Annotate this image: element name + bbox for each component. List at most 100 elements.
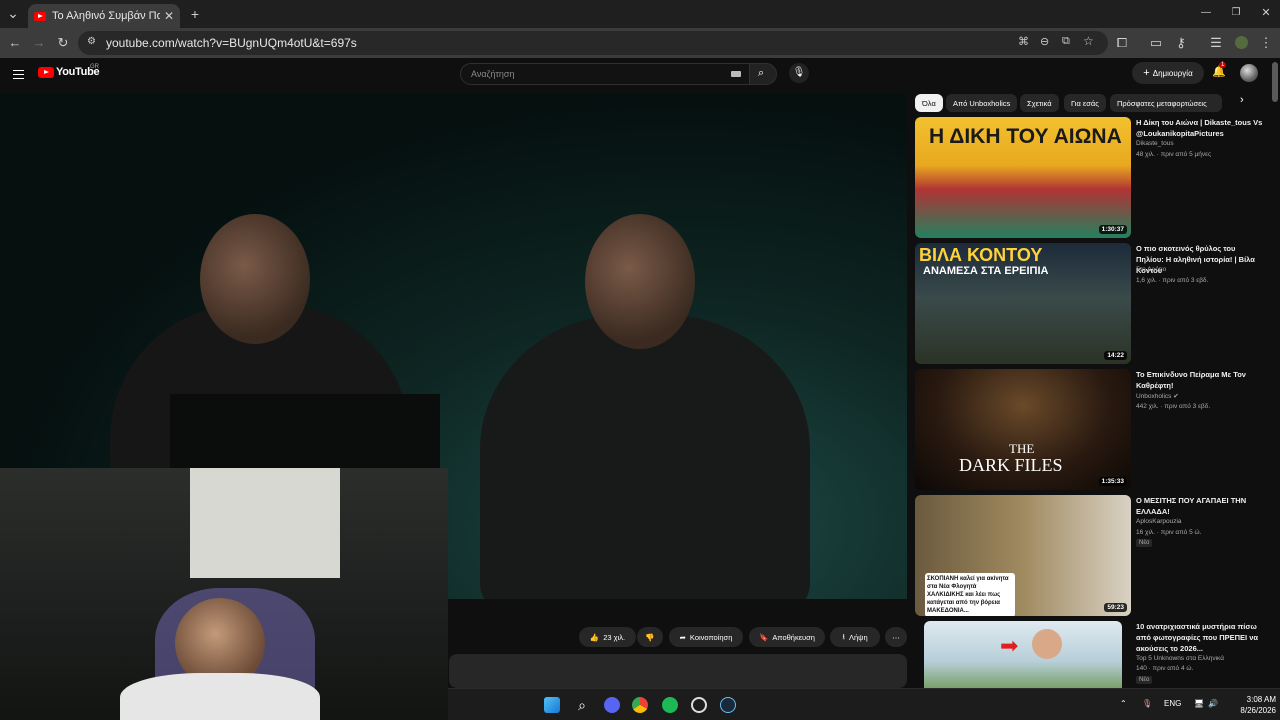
browser-tab[interactable]: Το Αληθινό Συμβάν Που Ζήσαμ ✕ [28, 4, 180, 28]
share-label: Κοινοποίηση [689, 632, 733, 642]
account-avatar[interactable] [1240, 64, 1258, 82]
start-icon[interactable] [544, 697, 560, 713]
chip-for-you[interactable]: Για εσάς [1064, 94, 1106, 112]
chip-label: Πρόσφατες μεταφορτώσεις [1117, 98, 1207, 108]
tray-overflow-icon[interactable]: ⌃ [1120, 699, 1127, 708]
app-icon[interactable] [691, 697, 707, 713]
download-button[interactable]: ⭳ Λήψη [830, 627, 880, 647]
channel-name-4[interactable]: AplosKarpouzia [1136, 518, 1182, 525]
password-key-icon[interactable]: ⚷ [1171, 33, 1191, 53]
close-tab-icon[interactable]: ✕ [164, 9, 174, 23]
browser-toolbar: ← → ↻ ⚙ youtube.com/watch?v=BUgnUQm4otU&… [0, 28, 1280, 58]
channel-name-1[interactable]: Dikaste_tous [1136, 140, 1174, 147]
new-badge: Νέο [1136, 676, 1153, 684]
site-info-icon[interactable]: ⚙ [87, 36, 96, 47]
tray-mic-icon[interactable]: 🎙 [1142, 699, 1152, 708]
network-icon[interactable]: 🖥 [1194, 699, 1204, 708]
youtube-logo-icon[interactable] [38, 67, 54, 78]
video-title-1[interactable]: Η Δίκη του Αιώνα | Dikaste_tous Vs @Louk… [1136, 117, 1264, 139]
chips-next-icon[interactable]: › [1240, 94, 1244, 106]
duration-badge: 59:23 [1104, 603, 1127, 612]
tab-search-icon[interactable]: ⌄ [4, 3, 22, 23]
translate-icon[interactable]: ⌘ [1018, 35, 1029, 48]
video-title-5[interactable]: 10 ανατριχιαστικά μυστήρια πίσω από φωτο… [1136, 621, 1264, 654]
browser-menu-icon[interactable]: ⋮ [1256, 33, 1276, 53]
extensions-icon[interactable]: ⧠ [1112, 33, 1132, 53]
channel-name-3[interactable]: Unboxholics ✔ [1136, 392, 1179, 400]
video-meta-3: 442 χιλ. · πριν από 3 εβδ. [1136, 403, 1211, 410]
chip-label: Σχετικά [1027, 98, 1052, 108]
zoom-icon[interactable]: ⊖ [1040, 35, 1049, 48]
channel-name-2[interactable]: Στο Δρόμο [1136, 266, 1166, 273]
more-actions-button[interactable]: ⋯ [885, 627, 907, 647]
address-bar[interactable]: ⚙ youtube.com/watch?v=BUgnUQm4otU&t=697s… [78, 31, 1108, 55]
search-input[interactable]: Αναζήτηση [460, 63, 750, 85]
volume-icon[interactable]: 🔊 [1208, 699, 1218, 708]
language-indicator[interactable]: ENG [1164, 699, 1181, 708]
red-arrow-icon: ➡ [1000, 633, 1019, 658]
discord-icon[interactable] [604, 697, 620, 713]
voice-search-icon[interactable]: 🎙 [789, 63, 809, 83]
thumbnail-5[interactable]: ➡ [924, 621, 1122, 688]
media-controls-icon[interactable]: ☰ [1206, 33, 1226, 53]
thumbnail-1[interactable]: Η ΔΙΚΗ ΤΟΥ ΑΙΩΝΑ 1:30:37 [915, 117, 1131, 238]
clock-date[interactable]: 8/26/2026 [1218, 706, 1276, 715]
sidebar-icon[interactable]: ▭ [1146, 33, 1166, 53]
chip-label: Όλα [922, 98, 936, 108]
video-face-right [585, 214, 695, 349]
chip-related[interactable]: Σχετικά [1020, 94, 1059, 112]
minimize-icon[interactable]: — [1196, 3, 1216, 23]
page-scrollbar[interactable] [1272, 62, 1278, 102]
thumbnail-3[interactable]: THE DARK FILES 1:35:33 [915, 369, 1131, 490]
windows-taskbar: ⌕ ⌃ 🎙 ENG 🖥 🔊 3:08 AM 8/26/2026 [448, 688, 1280, 720]
chip-all[interactable]: Όλα [915, 94, 943, 112]
thumbnail-4[interactable]: ΣΚΟΠΙΑΝΗ καλεί για ακίνητα στα Νέα Φλογη… [915, 495, 1131, 616]
tab-title: Το Αληθινό Συμβάν Που Ζήσαμ [52, 10, 160, 22]
taskbar-search-icon[interactable]: ⌕ [574, 697, 590, 713]
thumbnail-4-text: ΣΚΟΠΙΑΝΗ καλεί για ακίνητα στα Νέα Φλογη… [925, 573, 1015, 616]
profile-icon[interactable] [1231, 33, 1251, 53]
dislike-button[interactable]: 👎 [637, 627, 663, 647]
chip-from-channel[interactable]: Από Unboxholics [946, 94, 1018, 112]
video-title-3[interactable]: Το Επικίνδυνο Πείραμα Με Τον Καθρέφτη! [1136, 369, 1264, 391]
thumbnail-2-text: ΒΙΛΑ ΚΟΝΤΟΥ [919, 245, 1043, 265]
dislike-icon: 👎 [645, 632, 655, 642]
spotify-icon[interactable] [662, 697, 678, 713]
share-icon: ➦ [679, 632, 686, 642]
search-placeholder: Αναζήτηση [471, 69, 515, 79]
reload-icon[interactable]: ↻ [53, 33, 73, 53]
steam-icon[interactable] [720, 697, 736, 713]
thumbnail-3-subtext: DARK FILES [959, 455, 1063, 475]
close-window-icon[interactable]: ✕ [1256, 3, 1276, 23]
region-code: GR [90, 64, 99, 70]
like-button[interactable]: 👍 23 χιλ. [579, 627, 636, 647]
chip-recent-uploads[interactable]: Πρόσφατες μεταφορτώσεις [1110, 94, 1222, 112]
video-meta-2: 1,6 χιλ. · πριν από 3 εβδ. [1136, 277, 1209, 284]
like-count: 23 χιλ. [603, 632, 626, 642]
description-box[interactable] [449, 654, 907, 688]
thumbnail-2[interactable]: ΒΙΛΑ ΚΟΝΤΟΥ ΑΝΑΜΕΣΑ ΣΤΑ ΕΡΕΙΠΙΑ 14:22 [915, 243, 1131, 364]
install-icon[interactable]: ⧉ [1062, 35, 1070, 48]
video-title-4[interactable]: Ο ΜΕΣΙΤΗΣ ΠΟΥ ΑΓΑΠΑΕΙ ΤΗΝ ΕΛΛΑΔΑ! [1136, 495, 1264, 517]
clock-time[interactable]: 3:08 AM [1230, 695, 1276, 704]
share-button[interactable]: ➦ Κοινοποίηση [669, 627, 743, 647]
channel-name-5[interactable]: Top 5 Unknowns στα Ελληνικά [1136, 655, 1224, 662]
save-button[interactable]: 🔖 Αποθήκευση [749, 627, 825, 647]
video-meta-4: 16 χιλ. · πριν από 5 ώ. [1136, 529, 1202, 536]
chip-label: Από Unboxholics [953, 98, 1011, 108]
bookmark-star-icon[interactable]: ☆ [1083, 34, 1094, 48]
restore-icon[interactable]: ❐ [1226, 3, 1246, 23]
search-button[interactable]: ⌕ [749, 63, 777, 85]
thumbnail-1-text: Η ΔΙΚΗ ΤΟΥ ΑΙΩΝΑ [929, 125, 1122, 148]
create-button[interactable]: + Δημιουργία [1132, 62, 1204, 84]
back-icon[interactable]: ← [5, 33, 25, 53]
channel-name-text: Unboxholics [1136, 393, 1172, 400]
keyboard-icon[interactable] [731, 71, 741, 77]
menu-icon[interactable] [13, 70, 24, 79]
save-label: Αποθήκευση [772, 632, 815, 642]
forward-icon[interactable]: → [29, 33, 49, 53]
chrome-icon[interactable] [632, 697, 648, 713]
verified-icon: ✔ [1173, 393, 1179, 400]
new-tab-icon[interactable]: + [186, 4, 204, 24]
youtube-favicon-icon [34, 11, 46, 21]
